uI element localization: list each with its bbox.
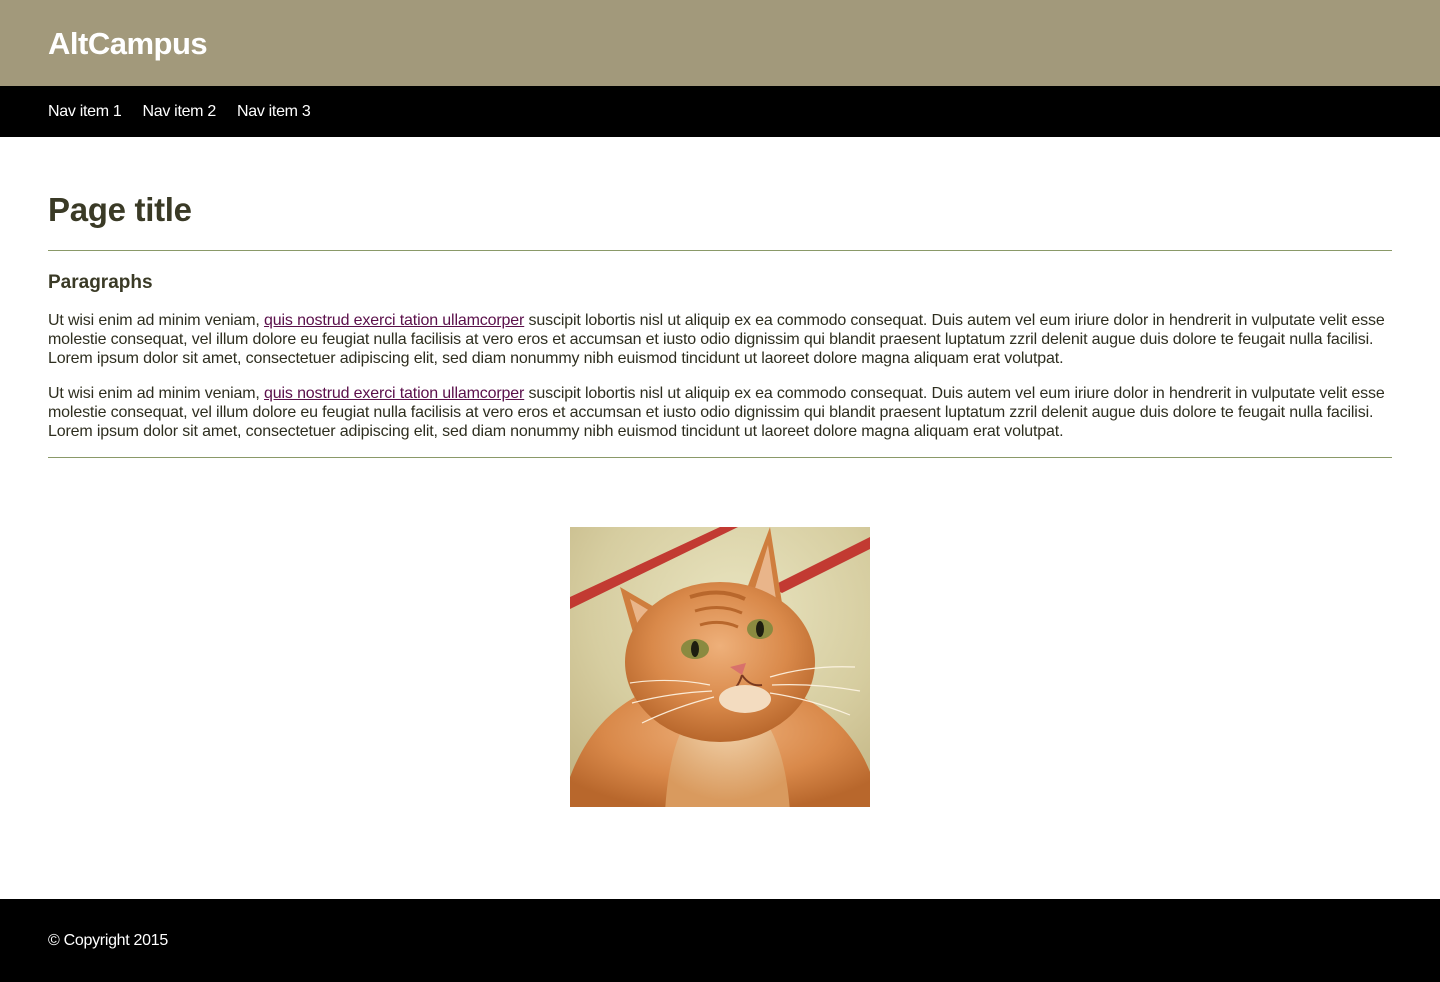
- paragraph: Ut wisi enim ad minim veniam, quis nostr…: [48, 384, 1392, 441]
- divider-top: [48, 250, 1392, 251]
- nav-item-3-link[interactable]: Nav item 3: [237, 102, 311, 122]
- page-title: Page title: [48, 191, 192, 228]
- nav-item: Nav item 3: [237, 102, 331, 122]
- nav-item-1-link[interactable]: Nav item 1: [48, 102, 122, 122]
- paragraph: Ut wisi enim ad minim veniam, quis nostr…: [48, 311, 1392, 368]
- paragraph-link[interactable]: quis nostrud exerci tation ullamcorper: [264, 312, 524, 329]
- paragraph-text: Ut wisi enim ad minim veniam,: [48, 312, 265, 329]
- cat-image: [570, 527, 870, 807]
- site-logo[interactable]: AltCampus: [48, 26, 208, 62]
- copyright-text: © Copyright 2015: [48, 932, 168, 949]
- nav-item: Nav item 2: [142, 102, 236, 122]
- cat-illustration: [570, 527, 870, 807]
- nav-list: Nav item 1 Nav item 2 Nav item 3: [48, 86, 331, 137]
- paragraph-link[interactable]: quis nostrud exerci tation ullamcorper: [264, 385, 524, 402]
- paragraph-text: Ut wisi enim ad minim veniam,: [48, 385, 265, 402]
- nav-item: Nav item 1: [48, 102, 142, 122]
- site-footer: © Copyright 2015: [0, 899, 1440, 982]
- site-header: AltCampus: [0, 0, 1440, 86]
- nav-item-2-link[interactable]: Nav item 2: [142, 102, 216, 122]
- section-heading: Paragraphs: [48, 272, 153, 293]
- divider-bottom: [48, 457, 1392, 458]
- main-nav: Nav item 1 Nav item 2 Nav item 3: [0, 86, 1440, 137]
